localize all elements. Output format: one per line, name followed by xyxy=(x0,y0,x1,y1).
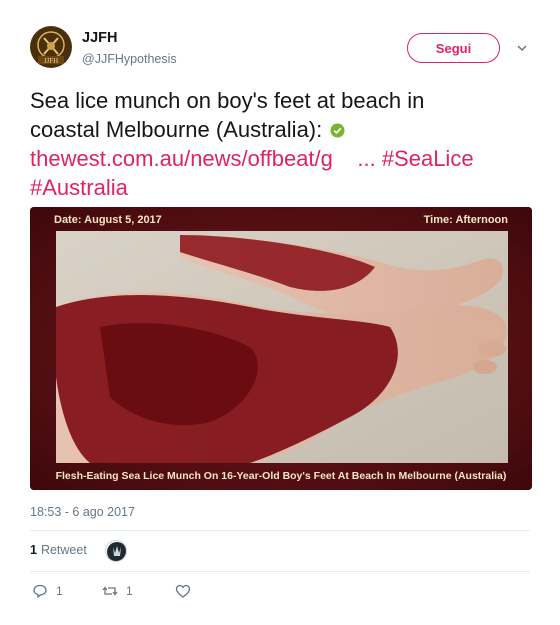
author-handle[interactable]: @JJFHypothesis xyxy=(82,52,177,66)
follow-button[interactable]: Segui xyxy=(407,33,500,63)
hashtag-sealice[interactable]: #SeaLice xyxy=(382,146,474,171)
divider xyxy=(30,571,530,572)
like-icon xyxy=(175,584,191,598)
tweet-text: Sea lice munch on boy's feet at beach in… xyxy=(30,86,540,202)
avatar-text: JJFH xyxy=(44,57,58,65)
tweet-text-line2: coastal Melbourne (Australia): xyxy=(30,117,323,142)
reply-action[interactable]: 1 xyxy=(32,583,63,599)
tweet-text-line1: Sea lice munch on boy's feet at beach in xyxy=(30,88,425,113)
media-caption: Flesh-Eating Sea Lice Munch On 16-Year-O… xyxy=(56,470,507,482)
retweet-stat-label: Retweet xyxy=(40,543,87,557)
link-ellipsis[interactable]: ... xyxy=(357,146,375,171)
media-date-label: Date: August 5, 2017 xyxy=(54,214,162,226)
author-avatar[interactable]: JJFH xyxy=(30,26,72,68)
like-action[interactable] xyxy=(175,583,199,599)
verified-icon xyxy=(330,123,345,138)
tweet-link[interactable]: thewest.com.au/news/offbeat/g xyxy=(30,146,333,171)
retweeter-avatar[interactable] xyxy=(105,540,127,562)
reply-count: 1 xyxy=(56,584,63,598)
tweet-timestamp[interactable]: 18:53 - 6 ago 2017 xyxy=(30,505,135,519)
media-time-label: Time: Afternoon xyxy=(424,214,509,226)
retweet-icon xyxy=(102,586,118,596)
tweet: JJFH JJFH @JJFHypothesis Segui Sea lice … xyxy=(0,0,560,625)
tweet-media-image[interactable]: Date: August 5, 2017 Time: Afternoon Fle… xyxy=(30,207,532,490)
retweet-action[interactable]: 1 xyxy=(102,583,133,599)
author-name[interactable]: JJFH xyxy=(82,30,117,46)
retweet-stat-count: 1 xyxy=(30,543,37,557)
hashtag-australia[interactable]: #Australia xyxy=(30,175,128,200)
divider xyxy=(30,530,530,531)
retweet-stats[interactable]: 1 Retweet xyxy=(30,543,87,557)
reply-icon xyxy=(33,584,47,599)
retweet-count: 1 xyxy=(126,584,133,598)
chevron-down-icon[interactable] xyxy=(516,42,528,54)
